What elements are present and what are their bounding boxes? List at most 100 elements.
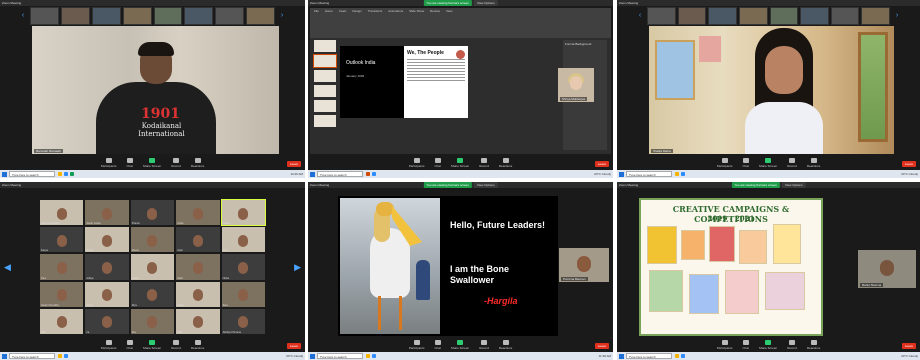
gallery-tile[interactable]: Diya bbox=[221, 227, 265, 253]
participants-button[interactable]: Participants bbox=[409, 339, 424, 350]
gallery-tile[interactable]: Dev bbox=[130, 308, 175, 334]
reactions-button[interactable]: Reactions bbox=[499, 339, 512, 350]
powerpoint-icon[interactable] bbox=[366, 172, 370, 176]
file-explorer-icon[interactable] bbox=[675, 354, 679, 358]
record-button[interactable]: Record bbox=[171, 339, 181, 350]
leave-button[interactable]: Leave bbox=[286, 161, 301, 167]
participant-thumb[interactable] bbox=[184, 7, 214, 25]
taskbar-search-input[interactable]: Type here to search bbox=[317, 171, 363, 177]
reactions-button[interactable]: Reactions bbox=[191, 157, 204, 168]
ppt-tab[interactable]: Review bbox=[430, 9, 440, 13]
zoom-app-icon[interactable] bbox=[372, 172, 376, 176]
leave-button[interactable]: Leave bbox=[594, 161, 609, 167]
leave-button[interactable]: Leave bbox=[901, 161, 916, 167]
participants-button[interactable]: Participants bbox=[101, 339, 116, 350]
reactions-button[interactable]: Reactions bbox=[807, 339, 820, 350]
gallery-tile[interactable]: Rohan bbox=[85, 227, 129, 253]
gallery-tile-active-speaker[interactable]: Ishaan bbox=[220, 198, 267, 227]
chat-button[interactable]: Chat bbox=[742, 157, 749, 168]
share-screen-button[interactable]: Share Screen bbox=[143, 157, 161, 168]
record-button[interactable]: Record bbox=[171, 157, 181, 168]
next-page-icon[interactable]: ▶ bbox=[294, 262, 301, 273]
chrome-icon[interactable] bbox=[70, 172, 74, 176]
record-button[interactable]: Record bbox=[479, 157, 489, 168]
participant-thumb[interactable] bbox=[215, 7, 245, 25]
view-options-button[interactable]: View Options bbox=[474, 0, 498, 6]
slide-thumb[interactable] bbox=[314, 100, 336, 112]
gallery-tile[interactable]: Anika bbox=[176, 200, 220, 226]
gallery-tile[interactable]: Ananya Prakash bbox=[40, 200, 84, 226]
slide-thumb[interactable] bbox=[314, 40, 336, 52]
record-button[interactable]: Record bbox=[787, 339, 797, 350]
participant-thumb[interactable] bbox=[738, 7, 768, 25]
participant-thumb[interactable] bbox=[677, 7, 707, 25]
file-explorer-icon[interactable] bbox=[675, 172, 679, 176]
file-explorer-icon[interactable] bbox=[58, 354, 62, 358]
participants-button[interactable]: Participants bbox=[717, 157, 732, 168]
share-screen-button[interactable]: Share Screen bbox=[451, 157, 469, 168]
ppt-tab[interactable]: Home bbox=[325, 9, 333, 13]
leave-button[interactable]: Leave bbox=[594, 343, 609, 349]
share-screen-button[interactable]: Share Screen bbox=[143, 339, 161, 350]
view-options-button[interactable]: View Options bbox=[782, 182, 806, 188]
slide-thumb[interactable] bbox=[314, 85, 336, 97]
participant-thumb[interactable] bbox=[153, 7, 183, 25]
gallery-tile[interactable]: Sneha bbox=[130, 254, 175, 280]
participant-thumb[interactable] bbox=[830, 7, 860, 25]
record-button[interactable]: Record bbox=[787, 157, 797, 168]
windows-start-icon[interactable] bbox=[2, 353, 7, 359]
gallery-tile[interactable]: Kavya bbox=[40, 227, 84, 253]
gallery-tile[interactable]: Zara bbox=[221, 281, 265, 307]
windows-start-icon[interactable] bbox=[310, 171, 315, 177]
gallery-tile[interactable]: Pranav bbox=[130, 200, 175, 226]
zoom-app-icon[interactable] bbox=[681, 172, 685, 176]
gallery-tile[interactable]: Aditya bbox=[85, 254, 129, 280]
participant-thumb[interactable] bbox=[769, 7, 799, 25]
leave-button[interactable]: Leave bbox=[901, 343, 916, 349]
chat-button[interactable]: Chat bbox=[126, 339, 133, 350]
participant-thumb[interactable] bbox=[708, 7, 737, 25]
chat-button[interactable]: Chat bbox=[434, 157, 441, 168]
scroll-left-icon[interactable]: ‹ bbox=[637, 12, 643, 20]
reactions-button[interactable]: Reactions bbox=[499, 157, 512, 168]
gallery-tile[interactable]: Tara bbox=[40, 254, 84, 280]
leave-button[interactable]: Leave bbox=[286, 343, 301, 349]
slide-thumb[interactable] bbox=[314, 70, 336, 82]
windows-start-icon[interactable] bbox=[619, 171, 624, 177]
view-options-button[interactable]: View Options bbox=[474, 182, 498, 188]
windows-start-icon[interactable] bbox=[619, 353, 624, 359]
participant-thumb[interactable] bbox=[861, 7, 890, 25]
gallery-tile[interactable]: Meera bbox=[130, 227, 175, 253]
scroll-right-icon[interactable]: › bbox=[894, 12, 900, 20]
gallery-tile[interactable]: Akshay Khurana bbox=[221, 308, 265, 334]
taskbar-search-input[interactable]: Type here to search bbox=[9, 353, 55, 359]
windows-start-icon[interactable] bbox=[2, 171, 7, 177]
share-screen-button[interactable]: Share Screen bbox=[759, 339, 777, 350]
gallery-tile[interactable]: Vivek bbox=[85, 281, 129, 307]
gallery-tile[interactable]: Riya bbox=[130, 281, 175, 307]
reactions-button[interactable]: Reactions bbox=[191, 339, 204, 350]
zoom-app-icon[interactable] bbox=[64, 172, 68, 176]
ppt-tab[interactable]: Insert bbox=[339, 9, 347, 13]
gallery-tile[interactable]: Sarah Choudhry bbox=[40, 281, 84, 307]
file-explorer-icon[interactable] bbox=[366, 354, 370, 358]
share-screen-button[interactable]: Share Screen bbox=[759, 157, 777, 168]
ppt-tab[interactable]: Transitions bbox=[368, 9, 383, 13]
zoom-app-icon[interactable] bbox=[64, 354, 68, 358]
chat-button[interactable]: Chat bbox=[742, 339, 749, 350]
ppt-tab[interactable]: View bbox=[446, 9, 452, 13]
taskbar-search-input[interactable]: Type here to search bbox=[626, 171, 672, 177]
reactions-button[interactable]: Reactions bbox=[807, 157, 820, 168]
chat-button[interactable]: Chat bbox=[126, 157, 133, 168]
gallery-tile[interactable]: Sarah Gupta bbox=[85, 200, 129, 226]
participants-button[interactable]: Participants bbox=[101, 157, 116, 168]
scroll-left-icon[interactable]: ‹ bbox=[20, 12, 26, 20]
participant-thumb[interactable] bbox=[60, 7, 90, 25]
zoom-app-icon[interactable] bbox=[681, 354, 685, 358]
gallery-tile[interactable]: Mira bbox=[176, 308, 220, 334]
gallery-tile[interactable]: Aarav bbox=[176, 281, 220, 307]
slide-thumb[interactable] bbox=[314, 115, 336, 127]
participant-thumb[interactable] bbox=[91, 7, 121, 25]
participant-thumb[interactable] bbox=[122, 7, 152, 25]
participant-thumb[interactable] bbox=[246, 7, 275, 25]
